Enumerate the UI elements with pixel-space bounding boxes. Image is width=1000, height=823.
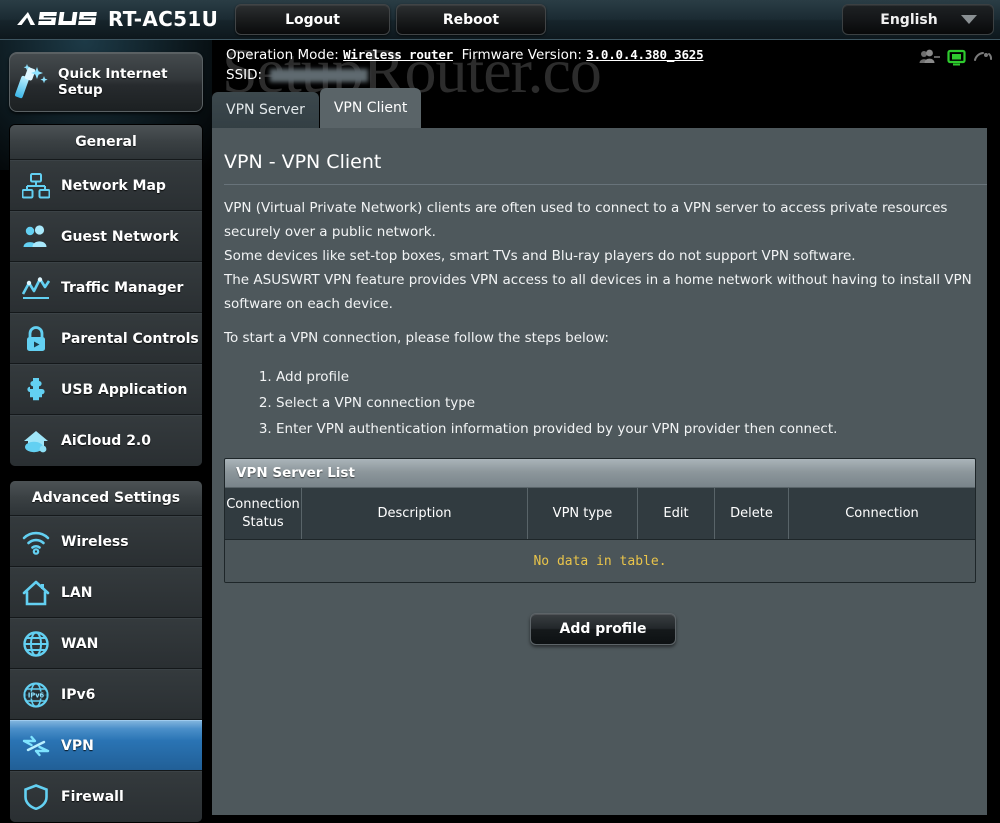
sidebar-item-ipv6-label: IPv6 [61,686,96,703]
column-header-description: Description [302,488,528,539]
main-content: VPN - VPN Client VPN (Virtual Private Ne… [212,128,1000,815]
sidebar-group-advanced: Advanced Settings Wireless LAN WAN IPv6 … [9,480,203,823]
sidebar-item-wan-label: WAN [61,635,99,652]
vpn-server-list-caption: VPN Server List [225,459,975,487]
sidebar-item-guest-network[interactable]: Guest Network [10,211,202,262]
ssid-value [270,68,369,82]
vpn-server-list-table: VPN Server List Connection Status Descri… [224,458,976,583]
sidebar-item-firewall-label: Firewall [61,789,124,805]
magic-wand-icon [15,64,48,99]
column-header-connection: Connection [845,505,919,521]
sidebar-item-vpn-label: VPN [61,737,94,754]
sidebar-item-ipv6[interactable]: IPv6 IPv6 [10,669,202,720]
sidebar-item-aicloud-label: AiCloud 2.0 [61,433,151,449]
sidebar: Quick Internet Setup General Network Map… [0,40,212,823]
ssid-label: SSID: [226,67,263,83]
tab-vpn-client[interactable]: VPN Client [319,88,422,128]
wifi-icon [22,531,50,555]
column-header-delete: Delete [715,488,789,539]
firmware-label: Firmware Version: [461,47,582,63]
lock-icon [27,325,45,351]
quick-internet-setup-button[interactable]: Quick Internet Setup [9,52,203,112]
language-selector[interactable]: English [842,4,994,35]
shield-icon [24,784,48,810]
home-icon [22,580,50,605]
status-icon-group [919,49,993,67]
sidebar-item-wireless[interactable]: Wireless [10,516,202,567]
qis-line1: Quick Internet [58,66,168,82]
language-label: English [880,11,938,28]
usb-device-icon[interactable] [946,49,968,67]
asus-logo-mark [17,11,97,25]
sidebar-item-traffic-manager[interactable]: Traffic Manager [10,262,202,313]
logout-button[interactable]: Logout [235,4,390,35]
sidebar-item-lan-label: LAN [61,584,93,601]
steps-intro: To start a VPN connection, please follow… [224,330,609,346]
sidebar-item-network-map-label: Network Map [61,177,166,194]
qis-line2: Setup [58,82,103,98]
ipv6-globe-icon: IPv6 [23,681,49,708]
guest-network-icon [23,224,47,247]
steps-list: Add profile Select a VPN connection type… [260,364,837,442]
vpn-arrows-icon [22,735,50,756]
sidebar-item-lan[interactable]: LAN [10,567,202,618]
firmware-value[interactable]: 3.0.0.4.380_3625 [586,47,703,62]
top-bar: RT-AC51U Logout Reboot English [0,0,1000,40]
sidebar-item-vpn[interactable]: VPN [10,720,202,771]
empty-table-message: No data in table. [533,553,667,569]
sidebar-item-aicloud[interactable]: AiCloud 2.0 [10,415,202,466]
right-gutter [987,40,1000,815]
table-body: No data in table. [225,539,975,582]
reboot-button[interactable]: Reboot [396,4,546,35]
cloud-home-icon [24,431,48,453]
sidebar-group-general: General Network Map Guest Network Traffi… [9,124,203,467]
sidebar-group-advanced-title: Advanced Settings [10,481,202,516]
column-header-edit: Edit [638,488,715,539]
tab-bar: VPN Server VPN Client [212,88,422,128]
title-divider [224,184,988,185]
svg-text:IPv6: IPv6 [28,691,45,699]
sidebar-item-guest-network-label: Guest Network [61,228,179,245]
sidebar-item-wireless-label: Wireless [61,533,129,550]
sidebar-item-wan[interactable]: WAN [10,618,202,669]
step-item: Enter VPN authentication information pro… [276,416,837,442]
sidebar-item-parental-controls[interactable]: Parental Controls [10,313,202,364]
step-item: Select a VPN connection type [276,390,837,416]
sidebar-item-firewall[interactable]: Firewall [10,771,202,822]
chevron-down-icon [961,15,977,24]
network-map-icon [22,172,50,198]
table-header-row: Connection Status Description VPN type E… [225,487,975,539]
traffic-manager-icon [22,276,50,299]
operation-mode-label: Operation Mode: [226,47,339,63]
column-header-vpn-type: VPN type [528,488,638,539]
puzzle-icon [27,377,45,400]
page-title: VPN - VPN Client [224,151,382,173]
sidebar-item-parental-controls-label: Parental Controls [61,330,199,347]
description-line: VPN (Virtual Private Network) clients ar… [224,200,948,240]
vpn-description: VPN (Virtual Private Network) clients ar… [224,196,976,316]
operation-mode-value[interactable]: Wireless router [343,47,453,62]
sidebar-item-traffic-manager-label: Traffic Manager [61,279,184,296]
add-profile-button[interactable]: Add profile [530,613,676,645]
sidebar-group-general-title: General [10,125,202,160]
globe-icon [23,630,49,657]
sidebar-item-usb-application[interactable]: USB Application [10,364,202,415]
operation-mode-line: Operation Mode: Wireless router Firmware… [226,47,704,63]
description-line: Some devices like set-top boxes, smart T… [224,248,856,264]
sidebar-item-usb-application-label: USB Application [61,381,188,398]
asus-logo [12,6,100,31]
sidebar-item-network-map[interactable]: Network Map [10,160,202,211]
router-model: RT-AC51U [108,7,219,31]
column-header-connection-status: Connection Status [225,488,302,539]
description-line: The ASUSWRT VPN feature provides VPN acc… [224,272,972,312]
quick-internet-setup-label: Quick Internet Setup [58,66,168,98]
step-item: Add profile [276,364,837,390]
clients-icon[interactable] [919,49,941,67]
ssid-line: SSID: [226,67,369,83]
wifi-status-icon[interactable] [973,49,993,67]
tab-vpn-server[interactable]: VPN Server [212,92,319,128]
